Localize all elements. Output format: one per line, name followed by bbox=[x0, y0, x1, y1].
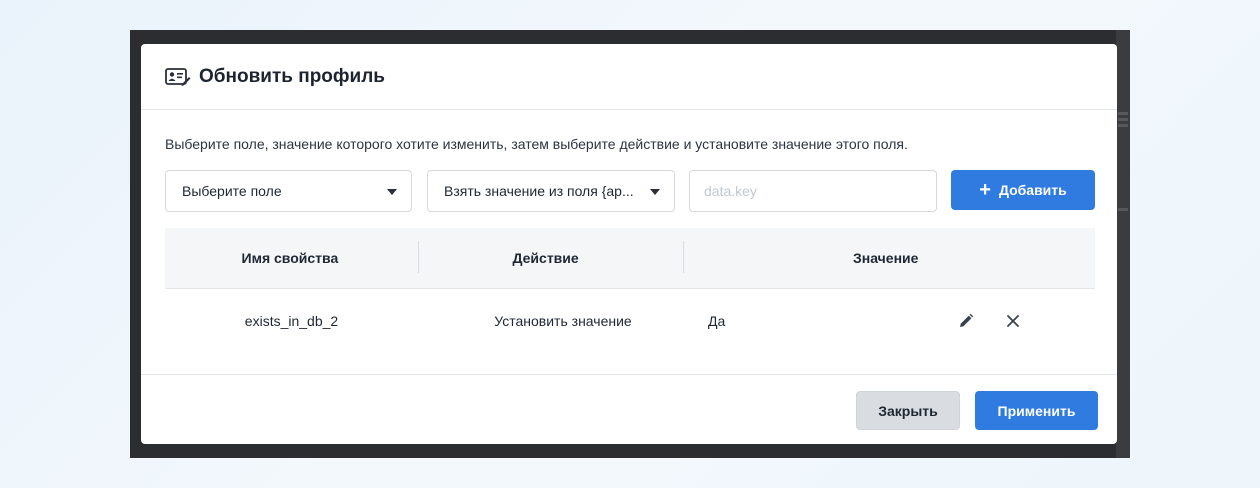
add-button-label: Добавить bbox=[998, 182, 1067, 198]
action-select-value: Взять значение из поля {ар... bbox=[444, 183, 634, 199]
dialog-footer: Закрыть Применить bbox=[141, 374, 1117, 444]
chevron-down-icon bbox=[387, 189, 397, 195]
update-profile-dialog: Обновить профиль Выберите поле, значение… bbox=[141, 44, 1117, 444]
background-mark bbox=[1118, 208, 1128, 211]
delete-button[interactable] bbox=[1002, 310, 1024, 332]
table-header: Имя свойства Действие Значение bbox=[165, 228, 1095, 289]
value-input[interactable] bbox=[689, 170, 937, 212]
action-select[interactable]: Взять значение из поля {ар... bbox=[427, 170, 675, 212]
instruction-text: Выберите поле, значение которого хотите … bbox=[165, 136, 908, 152]
column-divider bbox=[683, 241, 684, 273]
chevron-down-icon bbox=[650, 189, 660, 195]
cell-property: exists_in_db_2 bbox=[244, 313, 339, 329]
close-button[interactable]: Закрыть bbox=[856, 391, 960, 430]
add-button[interactable]: + Добавить bbox=[951, 170, 1095, 210]
background-mark bbox=[1118, 124, 1128, 127]
dialog-header: Обновить профиль bbox=[141, 44, 1117, 110]
column-header-action: Действие bbox=[512, 250, 579, 266]
field-select-value: Выберите поле bbox=[182, 183, 282, 199]
apply-button[interactable]: Применить bbox=[975, 391, 1098, 430]
pencil-icon bbox=[960, 313, 974, 327]
cell-action: Установить значение bbox=[494, 313, 632, 329]
column-header-value: Значение bbox=[852, 250, 919, 266]
column-divider bbox=[418, 241, 419, 273]
profile-card-edit-icon bbox=[165, 67, 191, 86]
cell-value: Да bbox=[708, 313, 726, 329]
background-mark bbox=[1118, 112, 1128, 115]
column-header-property: Имя свойства bbox=[241, 250, 339, 266]
plus-icon: + bbox=[979, 179, 991, 201]
background-scrollbar bbox=[1116, 30, 1130, 458]
table-row: exists_in_db_2 Установить значение Да bbox=[165, 289, 1095, 353]
edit-button[interactable] bbox=[955, 310, 977, 332]
dialog-title: Обновить профиль bbox=[199, 65, 385, 87]
field-controls: Выберите поле Взять значение из поля {ар… bbox=[165, 170, 1095, 212]
field-select[interactable]: Выберите поле bbox=[165, 170, 412, 212]
background-mark bbox=[1118, 118, 1128, 121]
close-icon bbox=[1007, 315, 1019, 327]
properties-table: Имя свойства Действие Значение exists_in… bbox=[165, 228, 1095, 353]
